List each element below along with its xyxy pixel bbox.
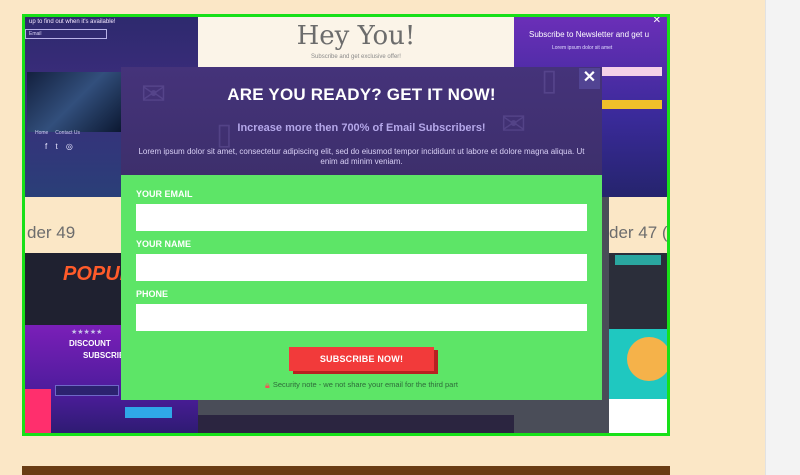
rating-stars: ★★★★★ <box>71 329 103 336</box>
security-note: 🔒︎ Security note - we not share your emai… <box>121 380 602 391</box>
template-thumbnail-right-mid[interactable] <box>609 253 667 329</box>
popup-description: Lorem ipsum dolor sit amet, consectetur … <box>138 147 585 166</box>
thumbnail-subtitle: SUBSCRIB <box>83 351 125 360</box>
popup-title: ARE YOU READY? GET IT NOW! <box>227 85 496 104</box>
lock-icon: 🔒︎ <box>265 380 270 390</box>
popup-header: ✉ ✉ ▯ ▯ ✕ ARE YOU READY? GET IT NOW! Inc… <box>121 64 602 175</box>
thumbnail-bar <box>615 255 661 265</box>
thumbnail-button <box>125 407 172 418</box>
security-note-text: Security note - we not share your email … <box>272 380 458 389</box>
social-icons: f t ◎ <box>45 142 76 151</box>
popup-subtitle: Increase more then 700% of Email Subscri… <box>237 122 486 134</box>
thumbnail-heading: Hey You! <box>296 21 416 51</box>
thumbnail-subtext: Lorem ipsum dolor sit amet <box>552 45 613 51</box>
thumbnail-input <box>55 385 119 396</box>
template-thumbnail-center-bottom[interactable] <box>198 415 514 433</box>
thumbnail-links: Home Contact Us <box>35 130 81 136</box>
phone-field[interactable] <box>136 304 587 331</box>
avatar <box>627 337 667 381</box>
thumbnail-label: up to find out when it's available! <box>29 19 116 25</box>
thumbnail-email-input: Email <box>25 29 107 39</box>
email-field[interactable] <box>136 204 587 231</box>
thumbnail-title: Subscribe to Newsletter and get u <box>529 30 650 39</box>
subscribe-button[interactable]: SUBSCRIBE NOW! <box>289 347 434 371</box>
thumbnail-ribbon <box>25 389 51 433</box>
name-field[interactable] <box>136 254 587 281</box>
popup-preview-frame: up to find out when it's available! Emai… <box>22 14 670 436</box>
thumbnail-photo <box>27 72 122 132</box>
popup-form: YOUR EMAIL YOUR NAME PHONE SUBSCRIBE NOW… <box>121 175 602 400</box>
thumbnail-subtext: Subscribe and get exclusive offer! <box>311 54 401 60</box>
thumbnail-input <box>602 67 662 76</box>
footer-bar <box>22 466 670 475</box>
template-caption-right: der 47 ( <box>609 197 667 253</box>
page-scrollbar[interactable] <box>765 0 800 475</box>
subscribe-popup: ✉ ✉ ▯ ▯ ✕ ARE YOU READY? GET IT NOW! Inc… <box>121 64 602 400</box>
phone-field-label: PHONE <box>136 289 169 299</box>
template-thumbnail-right-bottom[interactable] <box>609 329 667 433</box>
email-field-label: YOUR EMAIL <box>136 189 193 199</box>
thumbnail-card <box>609 399 667 433</box>
name-field-label: YOUR NAME <box>136 239 192 249</box>
thumbnail-close-icon: ✕ <box>652 17 661 26</box>
thumbnail-title: DISCOUNT <box>69 339 111 348</box>
thumbnail-button <box>602 100 662 109</box>
